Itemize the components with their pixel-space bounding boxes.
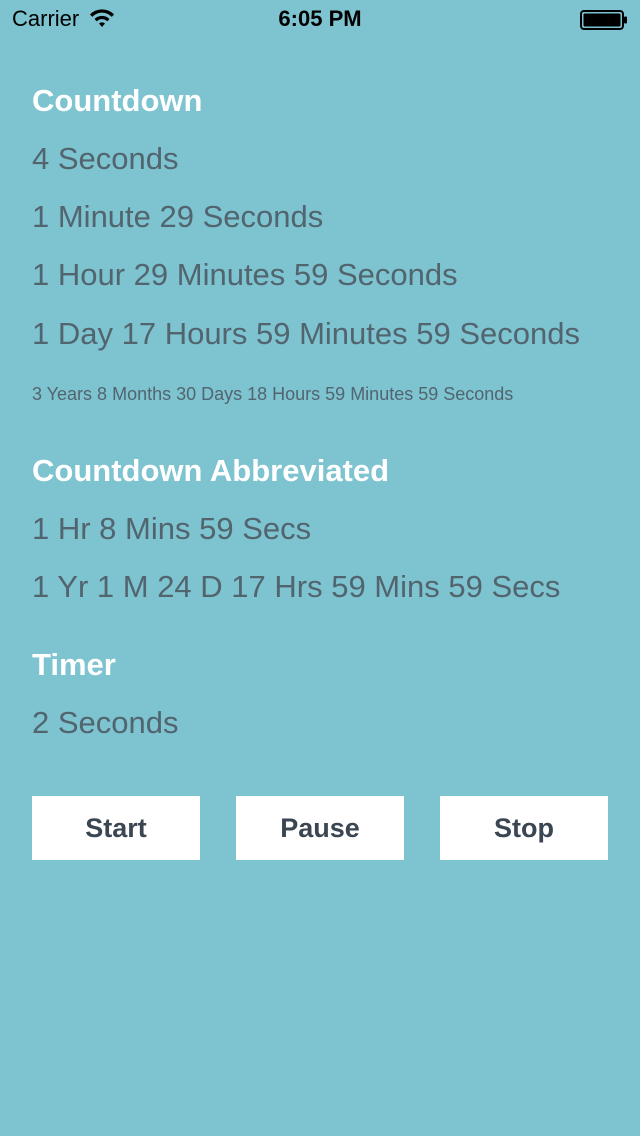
status-time: 6:05 PM — [278, 6, 362, 31]
status-bar: Carrier 6:05 PM — [0, 0, 640, 40]
countdown-title: Countdown — [32, 83, 203, 118]
start-button[interactable]: Start — [32, 796, 200, 860]
countdown-hours-label: 1 Hour 29 Minutes 59 Seconds — [32, 257, 458, 292]
timer-title: Timer — [32, 647, 116, 682]
countdown-days-label: 1 Day 17 Hours 59 Minutes 59 Seconds — [32, 316, 580, 351]
countdown-abbreviated-title: Countdown Abbreviated — [32, 453, 390, 488]
countdown-minutes-label: 1 Minute 29 Seconds — [32, 199, 324, 234]
countdown-years-label: 3 Years 8 Months 30 Days 18 Hours 59 Min… — [32, 384, 514, 404]
battery-icon — [580, 10, 627, 30]
timer-controls: Start Pause Stop — [32, 796, 608, 860]
timer-value-label: 2 Seconds — [32, 705, 179, 740]
countdown-seconds-label: 4 Seconds — [32, 141, 179, 176]
stop-button[interactable]: Stop — [440, 796, 608, 860]
abbreviated-years-label: 1 Yr 1 M 24 D 17 Hrs 59 Mins 59 Secs — [32, 569, 561, 604]
abbreviated-hours-label: 1 Hr 8 Mins 59 Secs — [32, 511, 312, 546]
pause-button[interactable]: Pause — [236, 796, 404, 860]
